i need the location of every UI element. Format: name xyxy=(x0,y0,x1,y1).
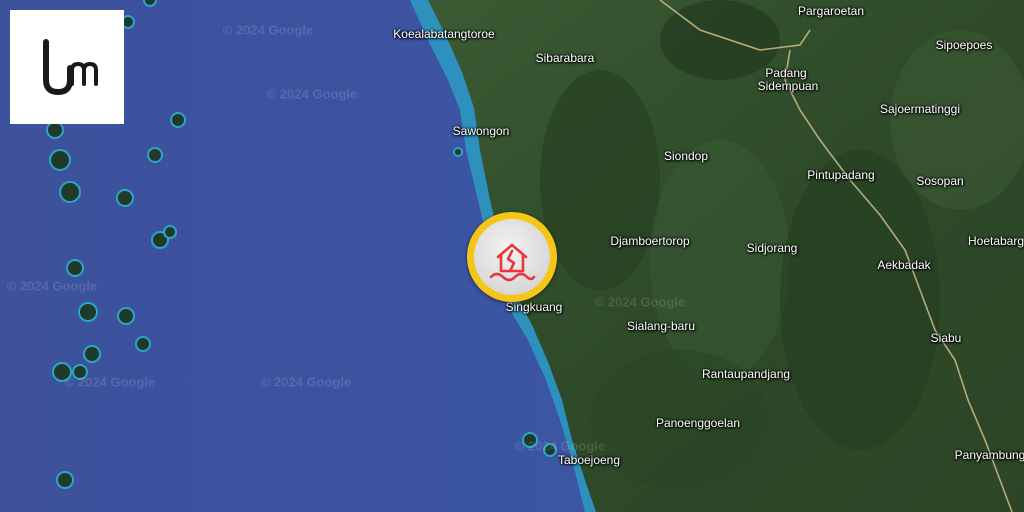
place-label[interactable]: Sawongon xyxy=(453,124,510,138)
map-watermark: © 2024 Google xyxy=(222,22,314,38)
place-label[interactable]: Aekbadak xyxy=(877,258,930,272)
place-label[interactable]: Hoetabarg xyxy=(968,234,1024,248)
earthquake-house-icon xyxy=(489,243,536,282)
terrain-patch xyxy=(540,70,660,290)
place-label[interactable]: Padang xyxy=(765,66,806,80)
logo-icon xyxy=(43,39,98,96)
place-label[interactable]: Koealabatangtoroe xyxy=(393,27,494,41)
terrain-patch xyxy=(660,0,780,80)
map-watermark: © 2024 Google xyxy=(594,294,686,310)
place-label[interactable]: Pintupadang xyxy=(807,168,874,182)
logo[interactable] xyxy=(10,10,124,124)
place-label[interactable]: Djamboertorop xyxy=(610,234,689,248)
place-label[interactable]: Panoenggoelan xyxy=(656,416,740,430)
map-view[interactable]: © 2024 Google © 2024 Google © 2024 Googl… xyxy=(0,0,1024,512)
place-label[interactable]: Sajoermatinggi xyxy=(880,102,960,116)
terrain-patch xyxy=(650,140,790,380)
place-label[interactable]: Rantaupandjang xyxy=(702,367,790,381)
map-watermark: © 2024 Google xyxy=(260,374,352,390)
place-label[interactable]: Panyambung xyxy=(955,448,1024,462)
map-watermark: © 2024 Google xyxy=(266,86,358,102)
place-label[interactable]: Siabu xyxy=(931,331,962,345)
earthquake-marker[interactable] xyxy=(467,212,557,302)
map-watermark: © 2024 Google xyxy=(64,374,156,390)
place-label[interactable]: Sosopan xyxy=(916,174,963,188)
place-label[interactable]: Singkuang xyxy=(506,300,563,314)
map-watermark: © 2024 Google xyxy=(514,438,606,454)
place-label[interactable]: Sidjorang xyxy=(747,241,798,255)
terrain-patch xyxy=(780,150,940,450)
place-label[interactable]: Sipoepoes xyxy=(936,38,993,52)
place-label[interactable]: Sidempuan xyxy=(758,79,819,93)
place-label[interactable]: Sibarabara xyxy=(536,51,595,65)
place-label[interactable]: Taboejoeng xyxy=(558,453,620,467)
place-label[interactable]: Siondop xyxy=(664,149,708,163)
map-watermark: © 2024 Google xyxy=(6,278,98,294)
marker-inner xyxy=(474,219,550,295)
place-label[interactable]: Pargaroetan xyxy=(798,4,864,18)
place-label[interactable]: Sialang-baru xyxy=(627,319,695,333)
